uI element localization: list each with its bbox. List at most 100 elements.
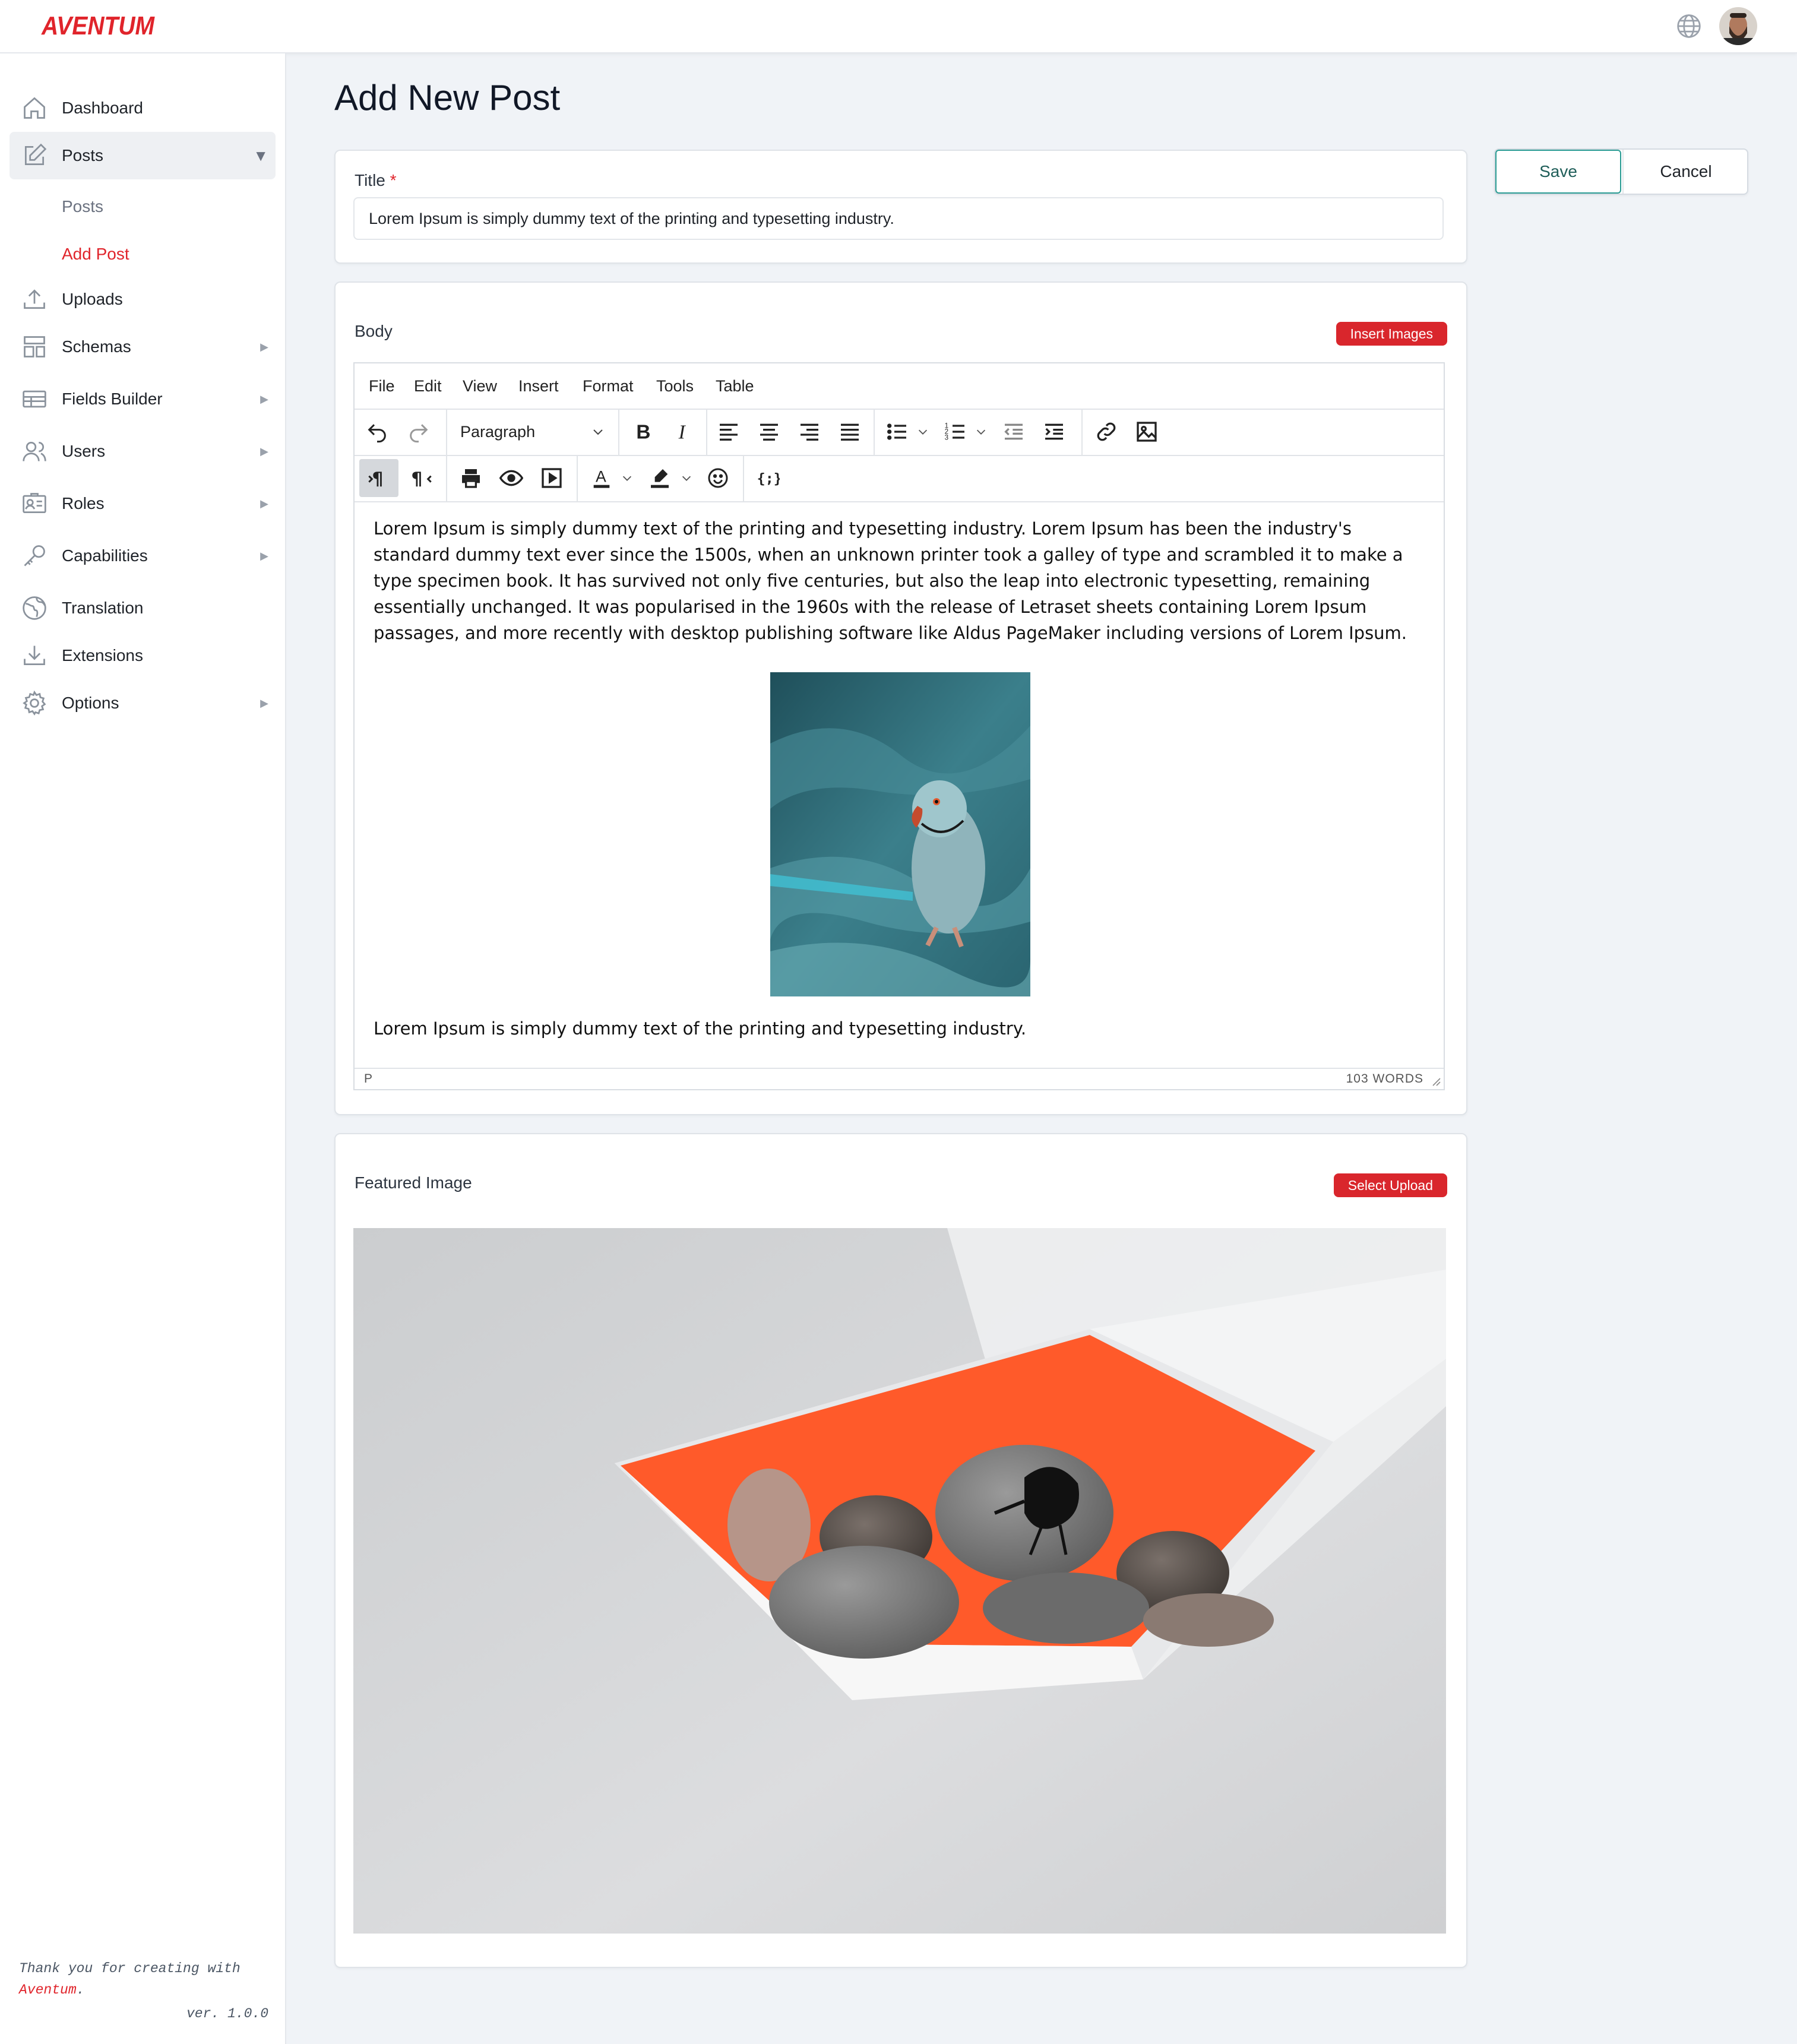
logo-text: AVENTUM	[41, 11, 155, 40]
resize-handle-icon[interactable]	[1429, 1075, 1441, 1087]
sidebar-item-label: Capabilities	[62, 546, 148, 565]
id-card-icon	[23, 493, 46, 514]
code-icon[interactable]: {;}	[750, 459, 786, 497]
featured-image-label: Featured Image	[355, 1173, 472, 1192]
bullet-list-icon[interactable]	[881, 413, 914, 451]
menu-insert[interactable]: Insert	[518, 363, 559, 409]
chevron-down-icon[interactable]	[915, 413, 931, 451]
featured-image[interactable]	[353, 1228, 1446, 1934]
key-icon	[24, 545, 45, 567]
chevron-down-icon[interactable]	[619, 459, 635, 497]
outdent-icon[interactable]	[996, 413, 1032, 451]
sidebar-item-capabilities[interactable]: Capabilities ▶	[10, 532, 276, 580]
menu-tools[interactable]: Tools	[656, 363, 694, 409]
sidebar-item-translation[interactable]: Translation	[10, 584, 276, 632]
toolbar-separator	[446, 455, 447, 501]
sidebar-item-extensions[interactable]: Extensions	[10, 632, 276, 679]
cancel-button[interactable]: Cancel	[1622, 150, 1748, 194]
sidebar-item-label: Roles	[62, 494, 105, 512]
table-icon	[23, 390, 46, 408]
image-icon[interactable]	[1129, 413, 1165, 451]
title-label-text: Title	[355, 171, 385, 189]
sidebar-footer: Thank you for creating with Aventum. ver…	[19, 1958, 268, 2021]
menu-edit[interactable]: Edit	[414, 363, 442, 409]
italic-icon[interactable]: I	[666, 413, 701, 451]
chevron-right-icon: ▶	[260, 550, 268, 562]
sidebar-subitem-add-post[interactable]: Add Post	[62, 236, 129, 272]
emoji-icon[interactable]	[700, 459, 736, 497]
sidebar-item-label: Uploads	[62, 290, 123, 308]
rtl-icon[interactable]: ¶	[403, 459, 439, 497]
title-card: Title * Lorem Ipsum is simply dummy text…	[334, 150, 1467, 264]
aventum-logo[interactable]: AVENTUM	[39, 5, 158, 46]
download-icon	[24, 646, 45, 666]
toolbar-separator	[874, 409, 875, 455]
bold-icon[interactable]: B	[625, 413, 661, 451]
footer-brand-link[interactable]: Aventum	[19, 1982, 77, 1998]
indent-icon[interactable]	[1036, 413, 1072, 451]
svg-text:¶: ¶	[411, 469, 422, 490]
editor-content[interactable]: Lorem Ipsum is simply dummy text of the …	[355, 504, 1444, 1069]
insert-images-button[interactable]: Insert Images	[1336, 322, 1447, 346]
title-input[interactable]: Lorem Ipsum is simply dummy text of the …	[353, 197, 1444, 240]
action-group: Save Cancel	[1494, 148, 1748, 195]
toolbar-separator	[618, 409, 619, 455]
globe-icon[interactable]	[1676, 13, 1702, 39]
home-icon	[24, 97, 45, 119]
svg-text:{;}: {;}	[757, 470, 780, 486]
block-format-select[interactable]: Paragraph	[460, 413, 611, 451]
text-color-icon[interactable]: A	[584, 459, 619, 497]
align-right-icon[interactable]	[792, 413, 827, 451]
menu-format[interactable]: Format	[583, 363, 634, 409]
sidebar-item-dashboard[interactable]: Dashboard	[10, 84, 276, 132]
align-center-icon[interactable]	[751, 413, 787, 451]
body-paragraph-2: Lorem Ipsum is simply dummy text of the …	[374, 1018, 1027, 1039]
sidebar-item-label: Schemas	[62, 337, 131, 356]
redo-icon[interactable]	[401, 413, 436, 451]
ltr-icon[interactable]: ¶	[359, 459, 398, 497]
sidebar-item-fields-builder[interactable]: Fields Builder ▶	[10, 375, 276, 423]
numbered-list-icon[interactable]: 123	[939, 413, 972, 451]
menu-table[interactable]: Table	[716, 363, 754, 409]
highlight-icon[interactable]	[642, 459, 678, 497]
toolbar-separator	[577, 455, 578, 501]
save-button[interactable]: Save	[1495, 150, 1621, 194]
align-justify-icon[interactable]	[832, 413, 868, 451]
chevron-right-icon: ▶	[260, 498, 268, 510]
chevron-down-icon[interactable]	[679, 459, 694, 497]
sidebar-item-label: Posts	[62, 146, 104, 164]
sidebar-subitem-posts[interactable]: Posts	[62, 189, 103, 224]
menu-view[interactable]: View	[463, 363, 497, 409]
sidebar-item-schemas[interactable]: Schemas ▶	[10, 323, 276, 371]
select-upload-button[interactable]: Select Upload	[1333, 1173, 1447, 1197]
svg-text:A: A	[596, 468, 606, 486]
avatar[interactable]	[1719, 7, 1757, 45]
undo-icon[interactable]	[359, 413, 395, 451]
align-left-icon[interactable]	[711, 413, 746, 451]
chevron-right-icon: ▶	[260, 341, 268, 353]
toolbar-separator	[1081, 409, 1083, 455]
sidebar-item-roles[interactable]: Roles ▶	[10, 480, 276, 527]
menu-file[interactable]: File	[369, 363, 395, 409]
toolbar-separator	[743, 455, 744, 501]
chevron-down-icon[interactable]	[973, 413, 989, 451]
print-icon[interactable]	[453, 459, 489, 497]
sidebar-item-uploads[interactable]: Uploads	[10, 276, 276, 323]
element-path[interactable]: P	[364, 1069, 372, 1089]
chevron-right-icon: ▶	[260, 445, 268, 457]
sidebar-item-label: Options	[62, 694, 119, 712]
footer-thanks: Thank you for creating with	[19, 1961, 241, 1976]
editor-toolbar-row-1: Paragraph B I 123	[355, 409, 1444, 456]
sidebar-item-options[interactable]: Options ▶	[10, 679, 276, 727]
sidebar-item-posts[interactable]: Posts ▼	[10, 132, 276, 179]
link-icon[interactable]	[1089, 413, 1124, 451]
parrot-image[interactable]	[770, 672, 1030, 996]
sidebar-item-users[interactable]: Users ▶	[10, 428, 276, 475]
media-icon[interactable]	[534, 459, 570, 497]
gear-icon	[23, 690, 46, 716]
chevron-down-icon: ▼	[253, 147, 268, 164]
sidebar-item-label: Fields Builder	[62, 390, 163, 408]
preview-eye-icon[interactable]	[493, 459, 529, 497]
upload-icon	[24, 289, 45, 309]
toolbar-separator	[446, 409, 447, 455]
